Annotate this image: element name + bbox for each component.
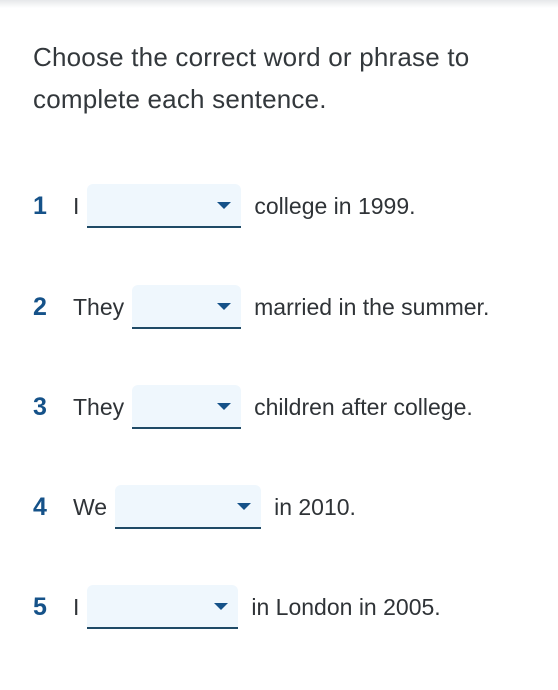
question-3: 3 They children after college.: [33, 384, 473, 430]
question-5: 5 I in London in 2005.: [33, 584, 441, 630]
caret-down-icon: [214, 603, 229, 610]
question-number: 3: [33, 392, 47, 421]
answer-dropdown-5[interactable]: [87, 585, 239, 629]
sentence-end: children after college.: [254, 393, 473, 420]
sentence-end: in London in 2005.: [251, 593, 441, 620]
sentence-end: in 2010.: [274, 493, 356, 520]
header-shadow: [0, 0, 558, 8]
question-number: 4: [33, 492, 47, 521]
sentence-start: They: [73, 393, 125, 420]
answer-dropdown-4[interactable]: [115, 485, 262, 529]
answer-dropdown-2[interactable]: [132, 285, 242, 329]
caret-down-icon: [217, 403, 232, 410]
instructions-text: Choose the correct word or phrase to com…: [33, 42, 470, 114]
caret-down-icon: [217, 202, 232, 209]
question-4: 4 We in 2010.: [33, 484, 356, 530]
caret-down-icon: [237, 503, 252, 510]
sentence-start: I: [73, 192, 80, 219]
question-2: 2 They married in the summer.: [33, 284, 489, 330]
sentence-end: married in the summer.: [254, 293, 490, 320]
question-number: 1: [33, 191, 47, 220]
sentence-start: They: [73, 293, 125, 320]
question-1: 1 I college in 1999.: [33, 183, 416, 229]
sentence-start: I: [73, 593, 80, 620]
sentence-end: college in 1999.: [254, 192, 416, 219]
answer-dropdown-1[interactable]: [87, 184, 242, 228]
sentence-start: We: [73, 493, 108, 520]
question-number: 5: [33, 592, 47, 621]
question-number: 2: [33, 292, 47, 321]
caret-down-icon: [217, 303, 232, 310]
answer-dropdown-3[interactable]: [132, 385, 242, 429]
